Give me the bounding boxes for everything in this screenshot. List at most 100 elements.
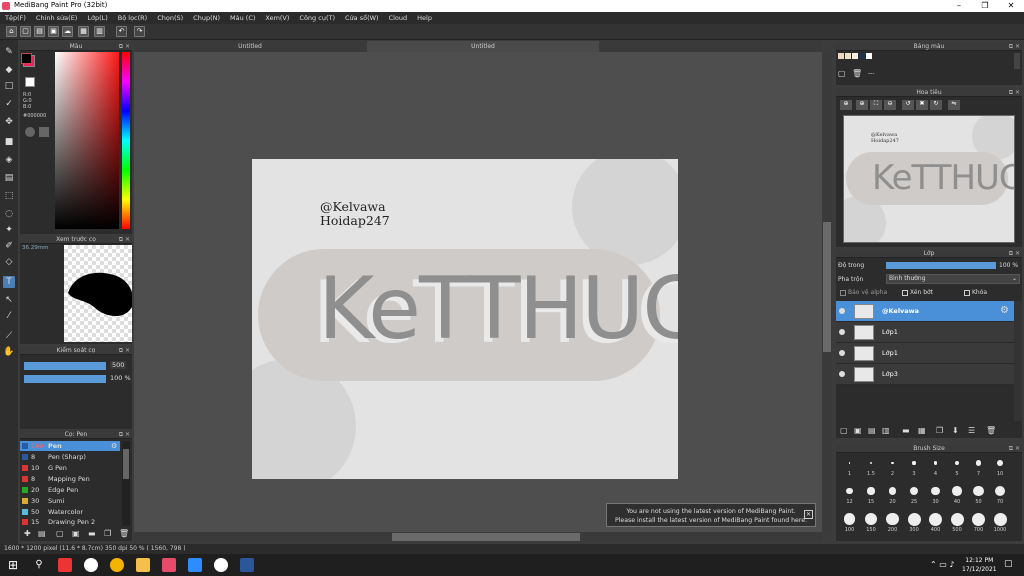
artwork-canvas[interactable]: @Kelvawa Hoidap247 KeTTHUC KeTTHUC bbox=[252, 159, 678, 479]
reset-icon[interactable]: ✖ bbox=[916, 100, 928, 110]
divide-tool-icon[interactable]: ⟋ bbox=[3, 330, 15, 342]
clipping-checkbox[interactable] bbox=[902, 290, 908, 296]
hue-slider[interactable] bbox=[122, 52, 130, 229]
open-file-icon[interactable]: ▤ bbox=[34, 26, 45, 37]
protect-alpha-checkbox[interactable] bbox=[840, 290, 846, 296]
zoom-in-icon[interactable]: ⊕ bbox=[840, 100, 852, 110]
color-saturation-picker[interactable] bbox=[55, 52, 119, 229]
brush-menu-icon[interactable]: ▤ bbox=[38, 529, 46, 538]
menu-window[interactable]: Cửa sổ(W) bbox=[340, 12, 384, 24]
palette-swatch[interactable] bbox=[845, 53, 851, 59]
brush-item-watercolor[interactable]: 50 Watercolor bbox=[20, 507, 120, 517]
redo-icon[interactable]: ↷ bbox=[134, 26, 145, 37]
panel-close-icon[interactable]: ⧉ ✕ bbox=[1009, 42, 1020, 51]
chrome-icon[interactable] bbox=[84, 558, 98, 572]
brush-size-option[interactable]: 150 bbox=[861, 512, 882, 533]
layer-settings-gear-icon[interactable]: ⚙ bbox=[1000, 305, 1009, 316]
layer-row-kelvawa[interactable]: @Kelvawa ⚙ bbox=[836, 301, 1014, 322]
close-button[interactable]: ✕ bbox=[998, 0, 1024, 12]
system-tray-icons[interactable]: ⌃ ▭ ♪ bbox=[930, 560, 954, 569]
brush-size-option[interactable]: 5 bbox=[947, 456, 968, 477]
brush-size-option[interactable]: 10 bbox=[990, 456, 1011, 477]
brush-size-option[interactable]: 70 bbox=[990, 484, 1011, 505]
panel-close-icon[interactable]: ⧉ ✕ bbox=[1009, 249, 1020, 258]
hand-tool-icon[interactable]: ✋ bbox=[3, 346, 15, 358]
rotate-right-icon[interactable]: ↻ bbox=[930, 100, 942, 110]
duplicate-layer-icon[interactable]: ❐ bbox=[936, 426, 943, 435]
new-color-layer-icon[interactable]: ▣ bbox=[854, 426, 862, 435]
menu-color[interactable]: Màu (C) bbox=[225, 12, 260, 24]
brush-size-option[interactable]: 500 bbox=[947, 512, 968, 533]
brush-size-option[interactable]: 3 bbox=[904, 456, 925, 477]
panel-close-icon[interactable]: ⧉ ✕ bbox=[119, 42, 130, 51]
cloud-icon[interactable]: ☁ bbox=[62, 26, 73, 37]
layer-visibility-icon[interactable] bbox=[839, 371, 845, 377]
brush-item-drawing-pen-2[interactable]: 15 Drawing Pen 2 bbox=[20, 517, 120, 527]
new-layer-icon[interactable]: ▢ bbox=[840, 426, 848, 435]
brush-folder-icon[interactable]: ▬ bbox=[88, 529, 96, 538]
brush-size-option[interactable]: 400 bbox=[925, 512, 946, 533]
brush-size-option[interactable]: 7 bbox=[968, 456, 989, 477]
brush-item-g-pen[interactable]: 10 G Pen bbox=[20, 463, 120, 473]
new-8bit-layer-icon[interactable]: ▤ bbox=[868, 426, 876, 435]
brush-duplicate-icon[interactable]: ❐ bbox=[104, 529, 111, 538]
panel-close-icon[interactable]: ⧉ ✕ bbox=[1009, 88, 1020, 97]
brush-size-option[interactable]: 12 bbox=[839, 484, 860, 505]
foreground-color-swatch[interactable] bbox=[21, 53, 32, 64]
menu-help[interactable]: Help bbox=[412, 12, 437, 24]
windows-start-icon[interactable]: ⊞ bbox=[6, 558, 20, 572]
brush-list-scrollbar[interactable] bbox=[122, 441, 130, 526]
brush-size-option[interactable]: 15 bbox=[861, 484, 882, 505]
brush-opacity-slider[interactable] bbox=[24, 375, 106, 383]
fill-rect-icon[interactable]: ■ bbox=[3, 136, 15, 148]
notification-close-icon[interactable]: ✕ bbox=[804, 510, 813, 519]
brush-settings-gear-icon[interactable]: ⚙ bbox=[111, 441, 117, 451]
color-wheel-icon[interactable] bbox=[25, 127, 35, 137]
brush-size-option[interactable]: 1 bbox=[839, 456, 860, 477]
layer-opacity-slider[interactable] bbox=[886, 262, 996, 269]
add-brush-icon[interactable]: ✚ bbox=[24, 529, 31, 538]
brush-size-option[interactable]: 30 bbox=[925, 484, 946, 505]
layer-folder-icon[interactable]: ▬ bbox=[902, 426, 910, 435]
brush-item-sumi[interactable]: 30 Sumi bbox=[20, 496, 120, 506]
select-eraser-icon[interactable]: ◇ bbox=[3, 256, 15, 268]
brush-size-option[interactable]: 4 bbox=[925, 456, 946, 477]
brush-item-pen[interactable]: 160 Pen ⚙ bbox=[20, 441, 120, 451]
chrome-alt-icon[interactable] bbox=[110, 558, 124, 572]
minimize-button[interactable]: – bbox=[946, 0, 972, 12]
layer-visibility-icon[interactable] bbox=[839, 308, 845, 314]
layer-visibility-icon[interactable] bbox=[839, 350, 845, 356]
brush-item-edge-pen[interactable]: 20 Edge Pen bbox=[20, 485, 120, 495]
brush-item-pen-sharp[interactable]: 8 Pen (Sharp) bbox=[20, 452, 120, 462]
merge-layer-icon[interactable]: ⬇ bbox=[952, 426, 959, 435]
lock-checkbox[interactable] bbox=[964, 290, 970, 296]
menu-tools[interactable]: Công cụ(T) bbox=[294, 12, 340, 24]
horizontal-scrollbar[interactable] bbox=[134, 532, 822, 542]
layer-row-lop1-a[interactable]: Lớp1 bbox=[836, 322, 1014, 343]
panel-close-icon[interactable]: ⧉ ✕ bbox=[119, 235, 130, 244]
brush-size-option[interactable]: 300 bbox=[904, 512, 925, 533]
palette-swatch[interactable] bbox=[852, 53, 858, 59]
palette-delete-icon[interactable]: 🗑 bbox=[852, 69, 862, 78]
bucket-tool-icon[interactable]: ◈ bbox=[3, 154, 15, 166]
menu-file[interactable]: Tệp(F) bbox=[0, 12, 31, 24]
lasso-tool-icon[interactable]: ◌ bbox=[3, 208, 15, 220]
magic-wand-icon[interactable]: ✦ bbox=[3, 224, 15, 236]
eraser-tool-icon[interactable]: ◆ bbox=[3, 64, 15, 76]
brush-import-icon[interactable]: ▣ bbox=[72, 529, 80, 538]
select-tool-icon[interactable]: ✓ bbox=[3, 98, 15, 110]
file-explorer-icon[interactable] bbox=[136, 558, 150, 572]
brush-size-option[interactable]: 200 bbox=[882, 512, 903, 533]
gradient-tool-icon[interactable]: ▤ bbox=[3, 172, 15, 184]
white-color-swatch[interactable] bbox=[25, 77, 35, 87]
layer-type-menu-icon[interactable]: ▥ bbox=[882, 426, 890, 435]
search-icon[interactable]: ⚲ bbox=[32, 558, 46, 572]
maximize-button[interactable]: ❐ bbox=[972, 0, 998, 12]
select-pen-icon[interactable]: ✐ bbox=[3, 240, 15, 252]
fit-icon[interactable]: ⛶ bbox=[870, 100, 882, 110]
brush-size-option[interactable]: 20 bbox=[882, 484, 903, 505]
vertical-scrollbar[interactable] bbox=[822, 52, 832, 532]
palette-add-icon[interactable]: ▢ bbox=[838, 69, 846, 78]
app-icon-1[interactable] bbox=[58, 558, 72, 572]
new-file-icon[interactable]: ▢ bbox=[20, 26, 31, 37]
